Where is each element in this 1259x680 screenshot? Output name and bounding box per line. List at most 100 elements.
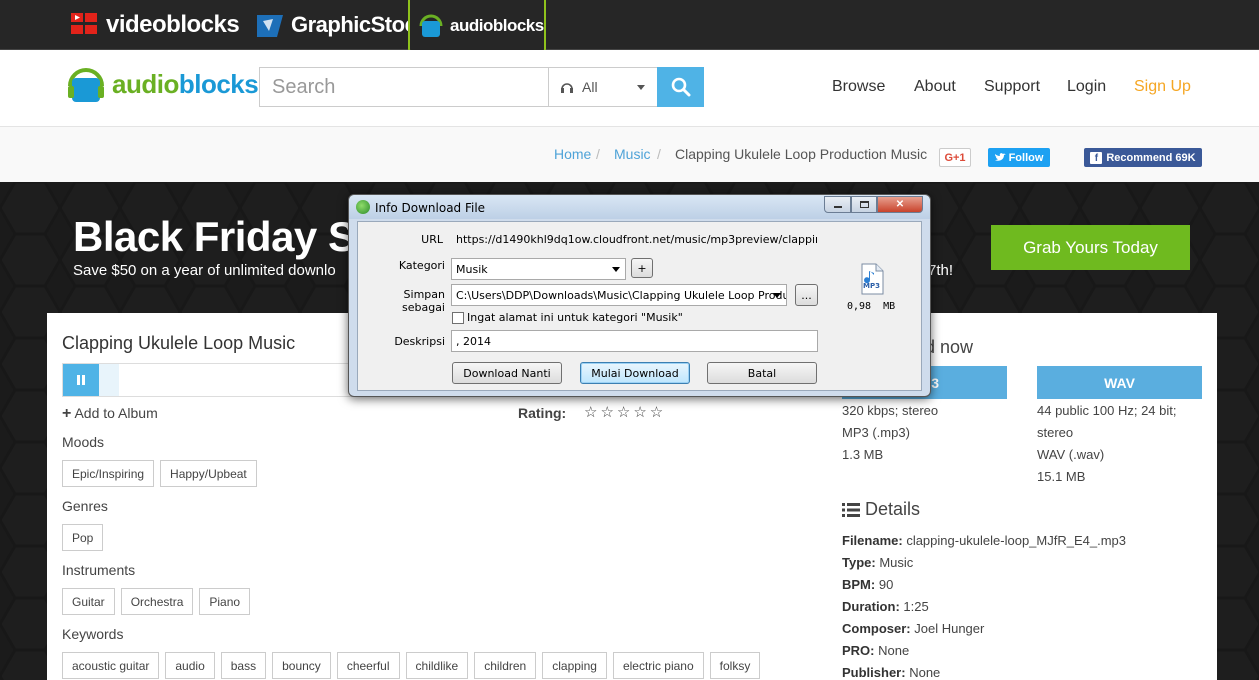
download-info-dialog: Info Download File ✕ URL https://d1490kh… <box>348 194 931 397</box>
add-category-button[interactable]: + <box>631 258 653 278</box>
twitter-follow-button[interactable]: Follow <box>988 148 1050 167</box>
dialog-title: Info Download File <box>375 201 486 215</box>
nav-browse[interactable]: Browse <box>832 78 885 96</box>
close-icon: ✕ <box>895 199 905 210</box>
progress-bar[interactable] <box>99 364 119 396</box>
detail-label: Composer: <box>842 621 911 636</box>
nav-login[interactable]: Login <box>1067 78 1106 96</box>
download-now-heading: d now <box>925 337 974 357</box>
category-select[interactable]: Musik <box>451 258 626 280</box>
pause-button[interactable] <box>63 364 99 396</box>
tag[interactable]: bass <box>220 652 267 679</box>
audioblocks-link[interactable]: audioblocks <box>408 0 546 53</box>
detail-row: Publisher: None <box>842 662 1126 680</box>
spec-line: 320 kbps; stereo <box>842 403 939 418</box>
remember-checkbox-row[interactable]: Ingat alamat ini untuk kategori "Musik" <box>452 311 683 324</box>
detail-row: PRO: None <box>842 640 1126 662</box>
dialog-titlebar[interactable]: Info Download File ✕ <box>349 195 930 219</box>
minimize-button[interactable] <box>824 196 851 213</box>
graphicstock-link[interactable]: GraphicStock <box>255 0 429 50</box>
audioblocks-logo[interactable]: audioblocks <box>66 64 259 104</box>
spec-line: stereo <box>1037 425 1074 440</box>
close-button[interactable]: ✕ <box>877 196 923 213</box>
tag[interactable]: Epic/Inspiring <box>62 460 155 487</box>
chevron-down-icon <box>773 293 781 298</box>
tag[interactable]: cheerful <box>336 652 400 679</box>
tag[interactable]: bouncy <box>272 652 331 679</box>
tag[interactable]: Happy/Upbeat <box>160 460 257 487</box>
facebook-recommend-button[interactable]: f Recommend 69K <box>1084 148 1202 167</box>
tag[interactable]: Orchestra <box>120 588 194 615</box>
tag[interactable]: electric piano <box>612 652 704 679</box>
mp3-file-icon-graphic <box>861 263 884 295</box>
save-path-combobox[interactable]: C:\Users\DDP\Downloads\Music\Clapping Uk… <box>451 284 787 306</box>
spec-line: WAV (.wav) <box>1037 447 1105 462</box>
tag[interactable]: acoustic guitar <box>62 652 160 679</box>
nav-signup[interactable]: Sign Up <box>1134 78 1191 96</box>
detail-value: Music <box>879 555 914 570</box>
search-input[interactable] <box>259 67 549 107</box>
track-title: Clapping Ukulele Loop Music <box>62 333 296 353</box>
detail-row: Filename: clapping-ukulele-loop_MJfR_E4_… <box>842 530 1126 552</box>
url-field[interactable]: https://d1490khl9dq1ow.cloudfront.net/mu… <box>451 228 818 250</box>
google-plus-button[interactable]: G+1 <box>939 148 971 167</box>
remember-checkbox[interactable] <box>452 311 464 324</box>
cancel-button[interactable]: Batal <box>707 362 817 384</box>
start-download-button[interactable]: Mulai Download <box>580 362 690 384</box>
detail-value: None <box>878 643 910 658</box>
breadcrumb-home[interactable]: Home <box>554 146 591 162</box>
genres-heading: Genres <box>62 498 108 514</box>
detail-label: PRO: <box>842 643 875 658</box>
description-field[interactable]: , 2014 <box>451 330 818 352</box>
brand-bar: videoblocks GraphicStock audioblocks <box>0 0 1259 53</box>
keywords-heading: Keywords <box>62 626 124 642</box>
detail-value: 1:25 <box>903 599 929 614</box>
detail-label: Type: <box>842 555 876 570</box>
detail-label: Publisher: <box>842 665 906 680</box>
search-button[interactable] <box>657 67 704 107</box>
chevron-down-icon <box>612 267 620 272</box>
category-label: Kategori <box>398 259 445 272</box>
breadcrumb-music[interactable]: Music <box>614 146 651 162</box>
instruments-heading: Instruments <box>62 562 136 578</box>
keywords-tags: acoustic guitar audio bass bouncy cheerf… <box>62 652 761 679</box>
idm-app-icon <box>356 200 370 214</box>
details-heading-label: Details <box>865 499 921 519</box>
mp3-download-label: 3 <box>931 374 939 391</box>
tag[interactable]: Piano <box>199 588 251 615</box>
maximize-icon <box>859 201 869 208</box>
maximize-button[interactable] <box>851 196 877 213</box>
search-filter-select[interactable]: All <box>548 67 658 107</box>
logo-text-audio: audio <box>112 68 179 99</box>
audioblocks-logo-icon <box>419 14 443 37</box>
add-to-album-link[interactable]: + Add to Album <box>62 405 158 423</box>
browse-folder-button[interactable]: ... <box>795 284 818 306</box>
detail-label: Duration: <box>842 599 900 614</box>
detail-value: None <box>909 665 941 680</box>
tag[interactable]: folksy <box>709 652 761 679</box>
videoblocks-link[interactable]: videoblocks <box>70 0 240 50</box>
tag[interactable]: childlike <box>405 652 469 679</box>
download-later-button[interactable]: Download Nanti <box>452 362 562 384</box>
description-label: Deskripsi <box>394 335 445 348</box>
tag[interactable]: clapping <box>542 652 607 679</box>
nav-about[interactable]: About <box>914 78 956 96</box>
spec-line: MP3 (.mp3) <box>842 425 910 440</box>
breadcrumb-current: Clapping Ukulele Loop Production Music <box>675 146 928 162</box>
pause-icon-bar <box>82 375 85 385</box>
hero-subtitle: Save $50 on a year of unlimited downlo <box>73 262 336 279</box>
wav-download-button[interactable]: WAV <box>1037 366 1202 399</box>
tag[interactable]: Guitar <box>62 588 115 615</box>
spec-line: 44 public 100 Hz; 24 bit; <box>1037 403 1177 418</box>
rating-stars[interactable]: ☆☆☆☆☆ <box>584 403 666 421</box>
detail-value: Joel Hunger <box>914 621 985 636</box>
tag[interactable]: audio <box>165 652 215 679</box>
tag[interactable]: Pop <box>62 524 104 551</box>
nav-support[interactable]: Support <box>984 78 1040 96</box>
filter-value: All <box>582 79 598 95</box>
grab-yours-today-button[interactable]: Grab Yours Today <box>991 225 1190 270</box>
breadcrumb-separator: / <box>657 146 661 162</box>
videoblocks-label: videoblocks <box>106 11 240 38</box>
tag[interactable]: children <box>474 652 537 679</box>
category-value: Musik <box>456 263 488 276</box>
